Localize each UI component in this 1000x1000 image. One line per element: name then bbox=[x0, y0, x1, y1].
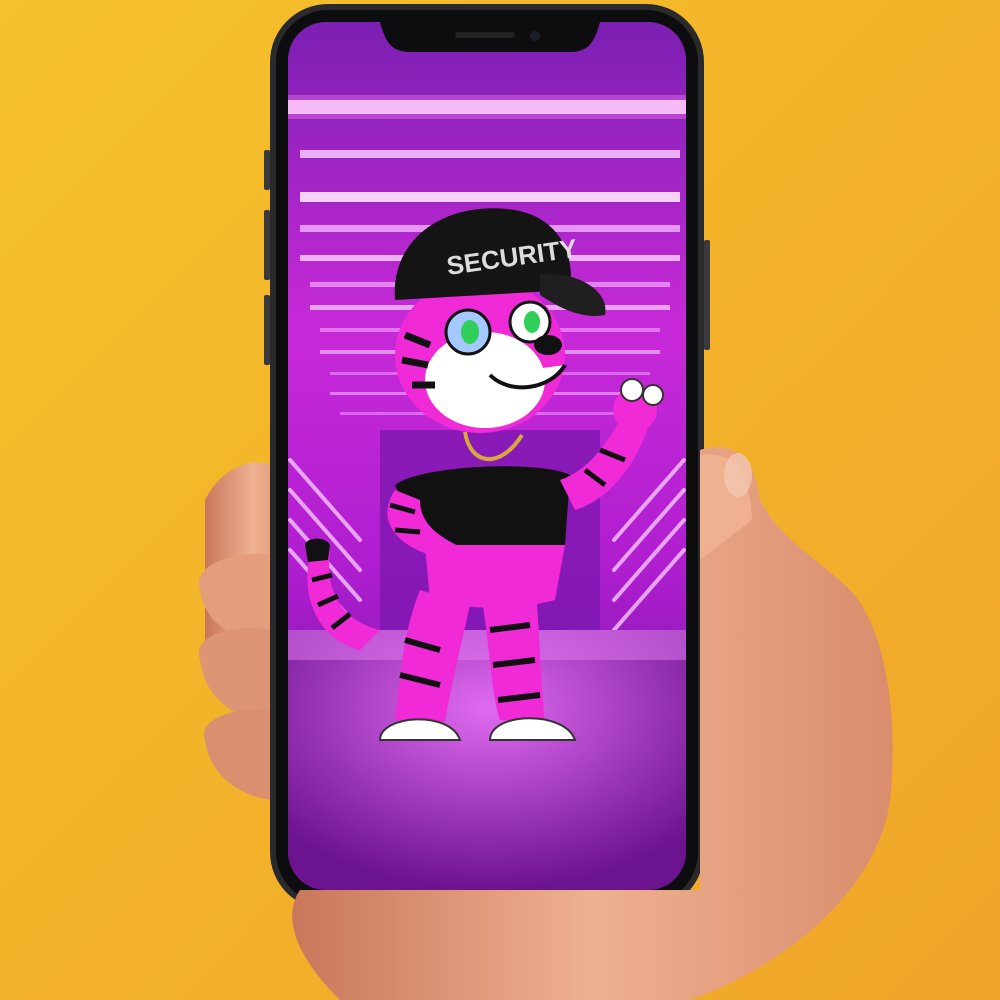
background: SECURITY bbox=[0, 0, 1000, 1000]
camera-icon bbox=[530, 31, 540, 41]
phone-screen: SECURITY bbox=[288, 22, 686, 890]
scene: SECURITY bbox=[0, 0, 1000, 1000]
